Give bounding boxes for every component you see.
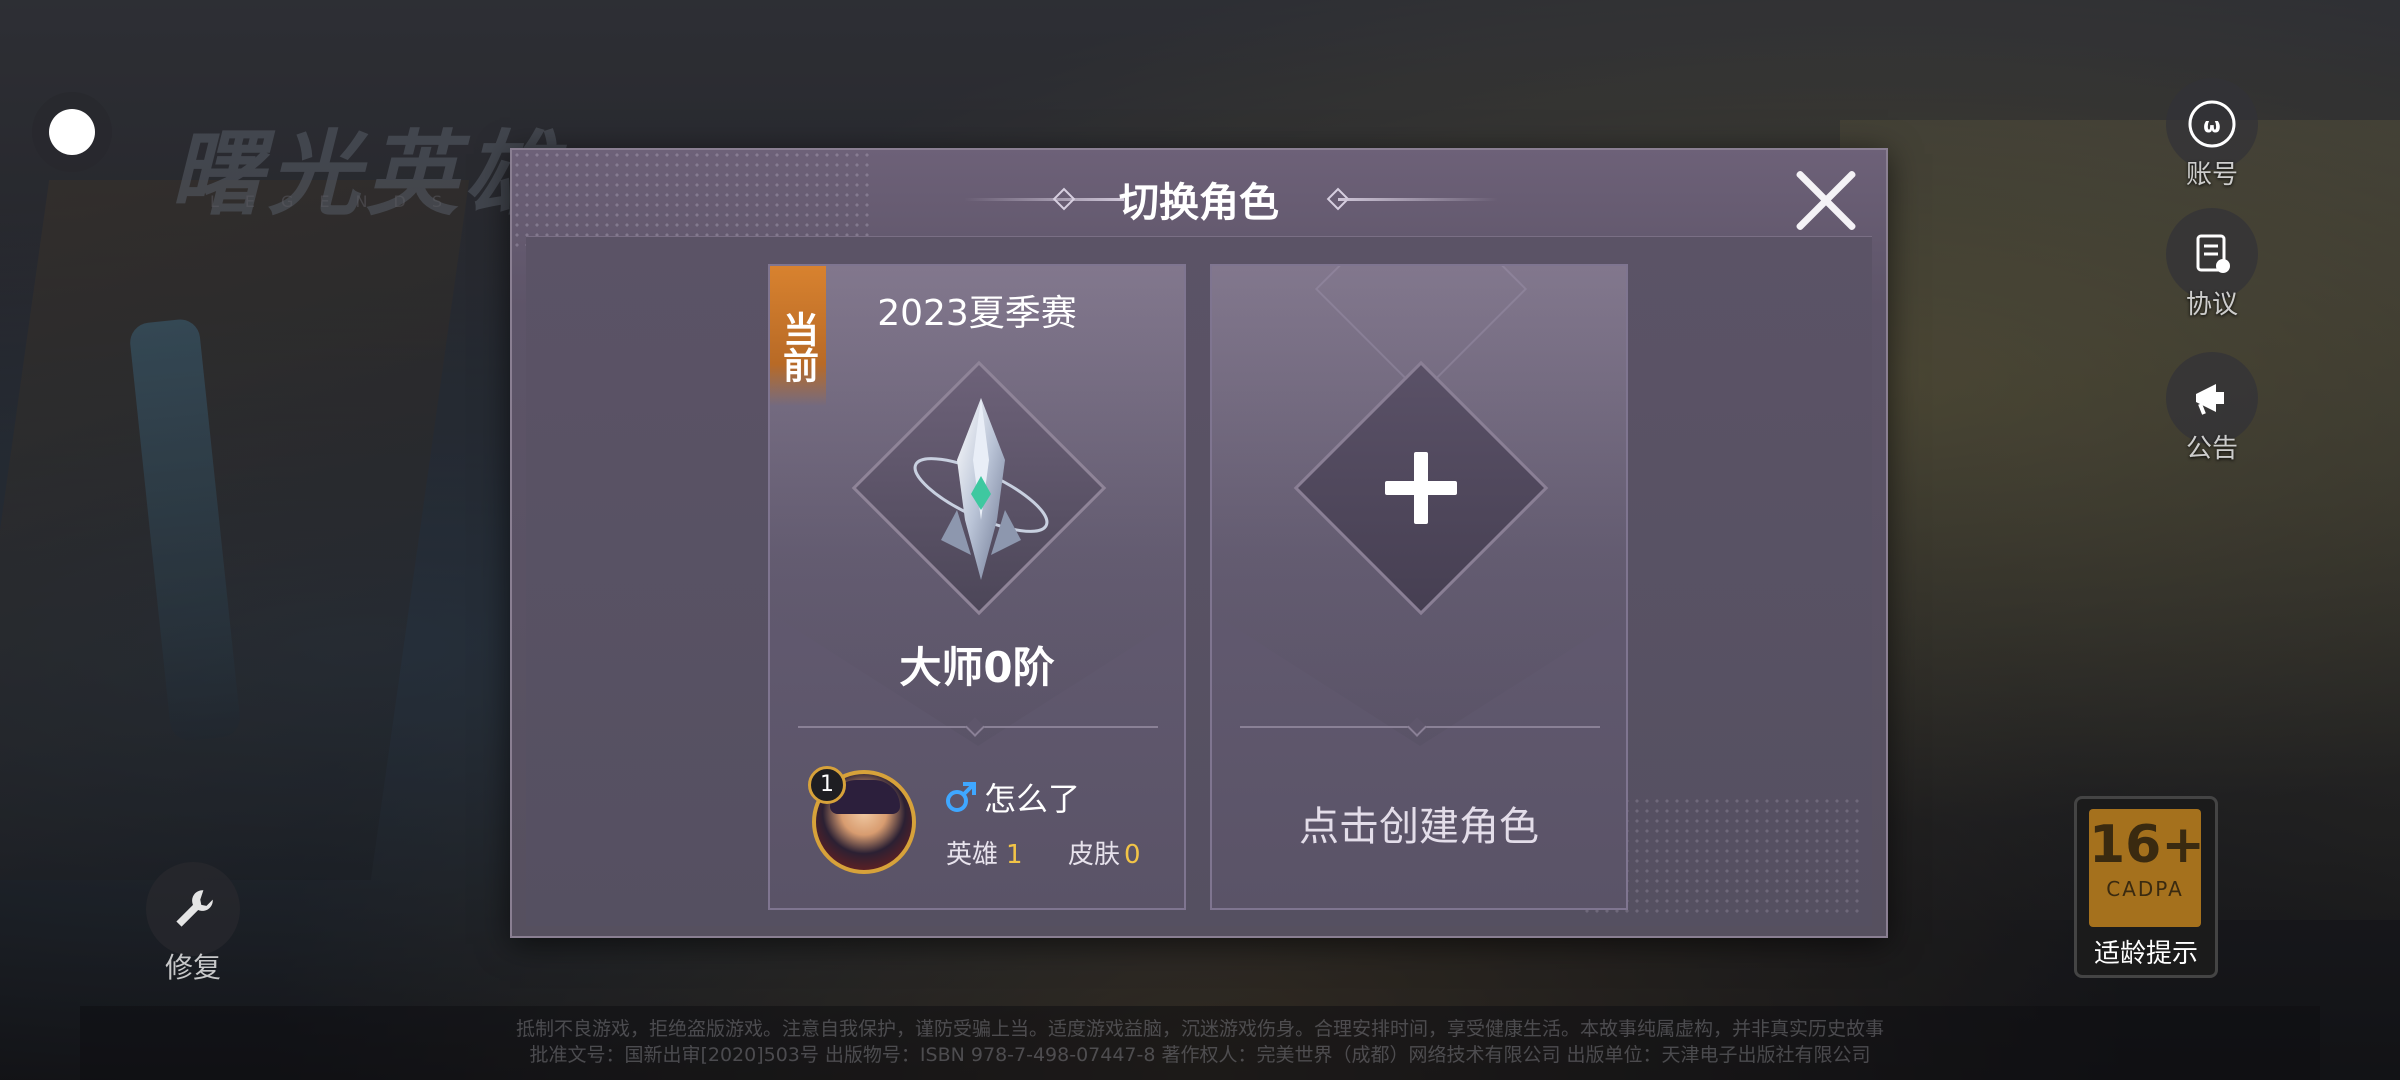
rank-name: 大师0阶 (899, 643, 1055, 692)
current-role-card[interactable]: 当前 2023夏季赛 大师0阶 1 怎么了 英雄 1 皮肤 0 (768, 264, 1186, 910)
age-org: CADPA (2106, 877, 2184, 901)
dialog-body (526, 236, 1872, 926)
age-label: 适龄提示 (2093, 939, 2198, 969)
switch-role-dialog: 切换角色 (510, 148, 1888, 938)
repair-label: 修复 (164, 951, 221, 984)
season-label: 2023夏季赛 (877, 293, 1077, 334)
account-label: 账号 (2185, 160, 2238, 190)
hero-avatar: 1 (808, 766, 920, 878)
announcement-button[interactable]: 公告 (2166, 352, 2258, 465)
svg-text:ω: ω (2203, 113, 2220, 137)
dialog-title: 切换角色 (1119, 180, 1279, 226)
skins-label: 皮肤 (1068, 840, 1121, 870)
player-nickname: 怎么了 (984, 780, 1081, 818)
notice-line-1: 抵制不良游戏，拒绝盗版游戏。注意自我保护，谨防受骗上当。适度游戏益脑，沉迷游戏伤… (515, 1018, 1884, 1040)
skins-value: 0 (1124, 840, 1141, 870)
create-frame (1293, 360, 1549, 616)
agreement-button[interactable]: 协议 (2166, 208, 2258, 321)
wrench-icon (146, 862, 240, 956)
record-dot-icon (49, 109, 95, 155)
create-role-card[interactable]: 点击创建角色 (1210, 264, 1628, 910)
age-rating-badge[interactable]: 16+ CADPA 适龄提示 (2074, 796, 2218, 978)
rank-frame (851, 360, 1107, 616)
repair-button[interactable]: 修复 (146, 862, 240, 986)
heroes-label: 英雄 (946, 840, 999, 870)
age-plate: 16+ CADPA (2089, 809, 2205, 927)
health-notice: 抵制不良游戏，拒绝盗版游戏。注意自我保护，谨防受骗上当。适度游戏益脑，沉迷游戏伤… (80, 1006, 2320, 1080)
floating-record-button[interactable] (32, 92, 112, 172)
account-button[interactable]: ω 账号 (2166, 78, 2258, 191)
heroes-value: 1 (1006, 840, 1023, 870)
close-button[interactable] (1790, 164, 1862, 236)
age-number: 16+ (2089, 815, 2205, 875)
avatar-level: 1 (808, 766, 846, 804)
notice-line-2: 批准文号：国新出审[2020]503号 出版物号：ISBN 978-7-498-… (529, 1044, 1871, 1066)
skins-stat: 皮肤 0 (1068, 834, 1141, 871)
master-rank-icon (913, 398, 1049, 580)
create-role-label: 点击创建角色 (1299, 804, 1539, 850)
title-line-right (1338, 198, 1498, 201)
announcement-label: 公告 (2185, 434, 2238, 464)
agreement-label: 协议 (2185, 290, 2238, 320)
heroes-stat: 英雄 1 (946, 834, 1023, 871)
plus-icon (1385, 452, 1457, 524)
male-icon (946, 782, 976, 812)
